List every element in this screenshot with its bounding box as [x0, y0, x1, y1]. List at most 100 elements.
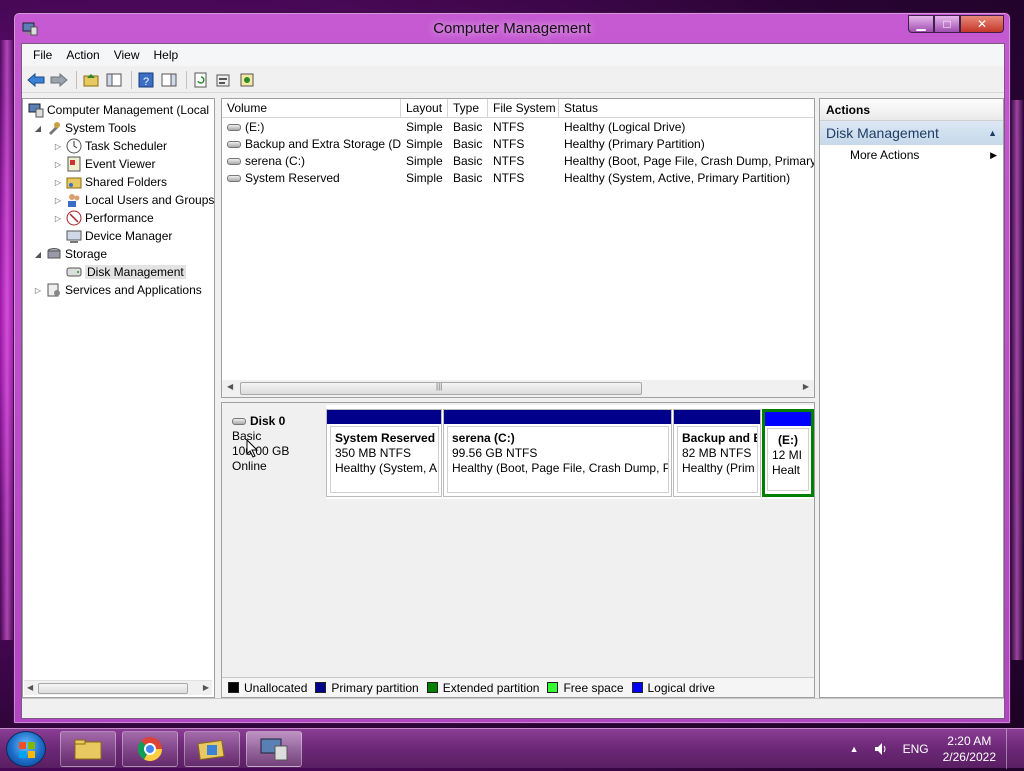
volume-layout: Simple — [406, 171, 443, 185]
tree-item-storage[interactable]: ◢ Storage — [33, 245, 107, 263]
show-hide-action-pane-button[interactable] — [159, 70, 179, 90]
disk-tool-icon — [240, 73, 254, 86]
scroll-left-arrow-icon[interactable]: ◀ — [227, 382, 233, 391]
desktop-wallpaper-right — [1010, 100, 1024, 660]
scroll-thumb[interactable]: ||| — [240, 382, 642, 395]
collapse-triangle-icon[interactable]: ◢ — [33, 124, 43, 133]
storage-icon — [47, 248, 61, 259]
volume-name: (E:) — [245, 120, 265, 134]
tree-item-local-users[interactable]: ▷ Local Users and Groups — [53, 191, 214, 209]
tree-item-event-viewer[interactable]: ▷ Event Viewer — [53, 155, 155, 173]
show-hide-console-tree-button[interactable] — [104, 70, 124, 90]
partition-status: Healthy (Prim — [682, 461, 755, 475]
table-row[interactable]: (E:) Simple Basic NTFS Healthy (Logical … — [222, 119, 814, 136]
volume-layout: Simple — [406, 120, 443, 134]
clock-date: 2/26/2022 — [942, 750, 996, 764]
actions-section-disk-management[interactable]: Disk Management ▲ — [820, 121, 1003, 145]
partition-system-reserved[interactable]: System Reserved 350 MB NTFS Healthy (Sys… — [326, 409, 442, 497]
action-pane-icon — [161, 73, 177, 86]
title-bar[interactable]: Computer Management ▁ □ ✕ — [14, 13, 1010, 43]
disk-tool-button[interactable] — [237, 70, 257, 90]
table-row[interactable]: serena (C:) Simple Basic NTFS Healthy (B… — [222, 153, 814, 170]
language-indicator[interactable]: ENG — [903, 742, 929, 756]
taskbar-folder-button[interactable] — [184, 731, 240, 767]
scroll-right-arrow-icon[interactable]: ▶ — [203, 683, 209, 692]
partition-bar — [444, 410, 671, 424]
console-tree-pane: Computer Management (Local ◢ System Tool… — [22, 98, 215, 698]
partition-size: 12 MI — [772, 448, 803, 462]
tree-item-disk-management[interactable]: Disk Management — [63, 263, 186, 281]
partition-serena-c[interactable]: serena (C:) 99.56 GB NTFS Healthy (Boot,… — [443, 409, 672, 497]
refresh-button[interactable] — [191, 70, 211, 90]
collapse-triangle-icon[interactable]: ◢ — [33, 250, 43, 259]
show-desktop-button[interactable] — [1006, 729, 1018, 769]
menu-action[interactable]: Action — [59, 48, 106, 62]
scroll-right-arrow-icon[interactable]: ▶ — [803, 382, 809, 391]
properties-icon — [216, 74, 230, 86]
column-header-status[interactable]: Status — [559, 99, 814, 118]
scroll-thumb[interactable] — [38, 683, 188, 694]
partition-backup-d[interactable]: Backup and E 82 MB NTFS Healthy (Prim — [673, 409, 761, 497]
system-tray: ▲ ENG 2:20 AM 2/26/2022 — [850, 729, 1018, 769]
help-button[interactable]: ? — [136, 70, 156, 90]
disk-state: Online — [232, 459, 267, 473]
expand-triangle-icon[interactable]: ▷ — [53, 214, 63, 223]
tree-item-system-tools[interactable]: ◢ System Tools — [33, 119, 136, 137]
maximize-button[interactable]: □ — [934, 15, 960, 33]
tree-item-device-manager[interactable]: Device Manager — [63, 227, 172, 245]
more-actions-item[interactable]: More Actions ▶ — [820, 145, 1003, 165]
taskbar-explorer-button[interactable] — [60, 731, 116, 767]
disk-map-pane: Disk 0 Basic 100.00 GB Online System Res… — [221, 402, 815, 698]
table-row[interactable]: Backup and Extra Storage (D:) Simple Bas… — [222, 136, 814, 153]
minimize-button[interactable]: ▁ — [908, 15, 934, 33]
legend-primary-partition: Primary partition — [315, 681, 419, 695]
tree-horizontal-scrollbar[interactable]: ◀ ▶ — [24, 680, 212, 695]
show-hidden-icons-icon[interactable]: ▲ — [850, 744, 859, 754]
menu-help[interactable]: Help — [147, 48, 186, 62]
partition-status: Healt — [772, 463, 801, 477]
expand-triangle-icon[interactable]: ▷ — [33, 286, 43, 295]
partition-bar — [327, 410, 441, 424]
forward-button[interactable] — [49, 70, 69, 90]
column-header-type[interactable]: Type — [448, 99, 488, 118]
actions-header: Actions — [820, 99, 1003, 121]
collapse-up-icon[interactable]: ▲ — [988, 121, 997, 145]
legend-swatch — [547, 682, 559, 693]
partition-e-logical-drive[interactable]: (E:) 12 MI Healt — [762, 409, 814, 497]
column-header-volume[interactable]: Volume — [222, 99, 401, 118]
tree-item-computer-management[interactable]: Computer Management (Local — [25, 101, 209, 119]
clock-time: 2:20 AM — [947, 734, 992, 748]
expand-triangle-icon[interactable]: ▷ — [53, 142, 63, 151]
tree-item-performance[interactable]: ▷ Performance — [53, 209, 154, 227]
expand-triangle-icon[interactable]: ▷ — [53, 160, 63, 169]
scroll-left-arrow-icon[interactable]: ◀ — [27, 683, 33, 692]
taskbar-computer-management-button[interactable] — [246, 731, 302, 767]
volume-disk-icon — [227, 124, 241, 132]
properties-button[interactable] — [214, 70, 234, 90]
volume-horizontal-scrollbar[interactable]: ◀ ||| ▶ — [222, 380, 814, 397]
column-header-layout[interactable]: Layout — [401, 99, 448, 118]
column-header-file-system[interactable]: File System — [488, 99, 559, 118]
table-row[interactable]: System Reserved Simple Basic NTFS Health… — [222, 170, 814, 187]
disk-name: Disk 0 — [250, 414, 286, 428]
tree-item-services-and-applications[interactable]: ▷ Services and Applications — [33, 281, 202, 299]
disk-0-info[interactable]: Disk 0 Basic 100.00 GB Online — [224, 405, 324, 499]
taskbar-chrome-button[interactable] — [122, 731, 178, 767]
tree-item-shared-folders[interactable]: ▷ Shared Folders — [53, 173, 167, 191]
help-icon: ? — [138, 72, 154, 88]
tree-item-task-scheduler[interactable]: ▷ Task Scheduler — [53, 137, 167, 155]
close-button[interactable]: ✕ — [960, 15, 1004, 33]
start-button[interactable] — [6, 731, 46, 767]
back-button[interactable] — [26, 70, 46, 90]
menu-view[interactable]: View — [107, 48, 147, 62]
menu-file[interactable]: File — [26, 48, 59, 62]
up-level-button[interactable] — [81, 70, 101, 90]
clock[interactable]: 2:20 AM 2/26/2022 — [943, 733, 996, 765]
partition-status: Healthy (System, A — [335, 461, 438, 475]
partition-size: 82 MB NTFS — [682, 446, 752, 460]
volume-speaker-icon[interactable] — [873, 741, 889, 757]
volume-disk-icon — [227, 158, 241, 166]
volume-name: serena (C:) — [245, 154, 306, 168]
expand-triangle-icon[interactable]: ▷ — [53, 196, 63, 205]
expand-triangle-icon[interactable]: ▷ — [53, 178, 63, 187]
